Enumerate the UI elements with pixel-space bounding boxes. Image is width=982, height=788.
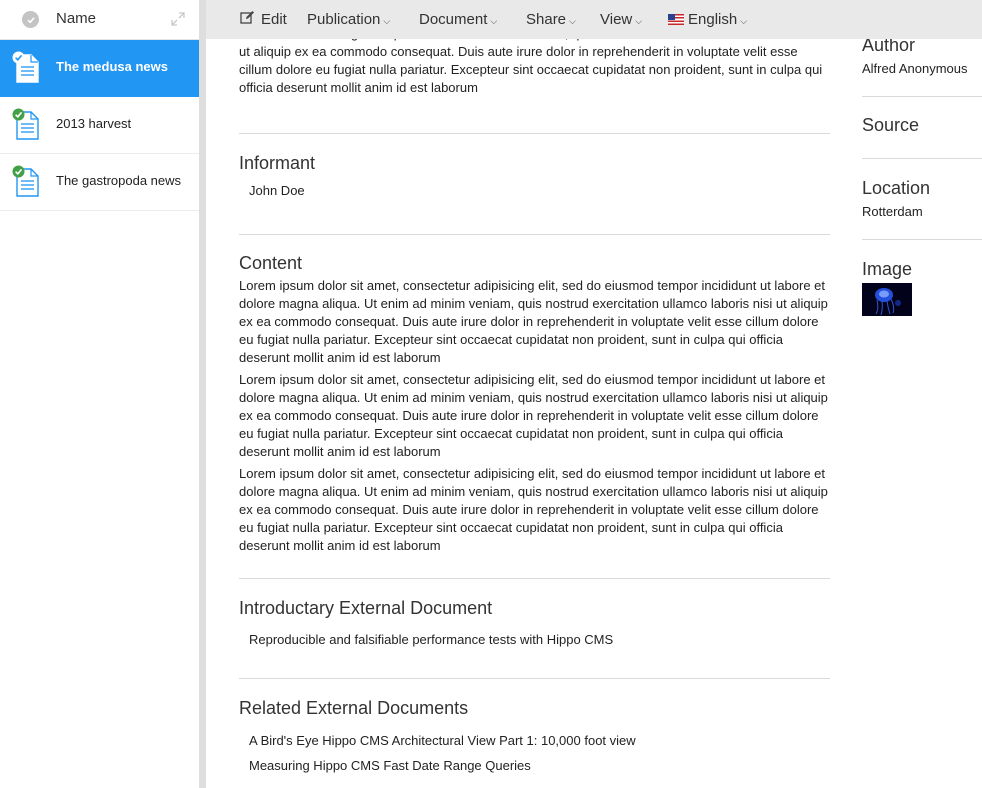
document-icon (11, 51, 43, 85)
location-title: Location (862, 178, 931, 198)
document-icon (11, 108, 43, 142)
panel-resize-handle[interactable] (199, 0, 206, 788)
image-thumbnail[interactable] (862, 283, 912, 316)
author-value: Alfred Anonymous (862, 61, 968, 76)
edit-button[interactable]: Edit (240, 0, 287, 39)
intro-external-document-link[interactable]: Reproducible and falsifiable performance… (249, 632, 830, 647)
informant-value: John Doe (249, 183, 305, 198)
document-list-header: Name (0, 0, 199, 40)
related-external-section: Related External Documents A Bird's Eye … (239, 698, 830, 773)
chevron-down-icon: ⌵ (383, 15, 391, 26)
document-menu[interactable]: Document ⌵ (419, 0, 497, 39)
informant-section: Informant John Doe (239, 153, 830, 198)
intro-external-section: Introductary External Document Reproduci… (239, 598, 830, 647)
document-item-medusa-news[interactable]: The medusa news (0, 40, 199, 97)
document-item-label: The medusa news (56, 59, 168, 74)
image-title: Image (862, 259, 913, 279)
language-menu[interactable]: English ⌵ (668, 0, 747, 39)
related-document-link[interactable]: A Bird's Eye Hippo CMS Architectural Vie… (249, 733, 830, 748)
section-divider (239, 678, 830, 679)
document-item-label: The gastropoda news (56, 173, 182, 188)
content-paragraph: Lorem ipsum dolor sit amet, consectetur … (239, 372, 828, 459)
name-column-header[interactable]: Name (56, 10, 96, 27)
select-all-check-icon[interactable] (22, 11, 39, 28)
section-divider (239, 133, 830, 134)
share-menu[interactable]: Share ⌵ (526, 0, 576, 39)
language-label: English (688, 11, 738, 28)
view-menu[interactable]: View ⌵ (600, 0, 642, 39)
document-preview: labore et dolore magna aliqua. Ut enim a… (239, 0, 830, 788)
chevron-down-icon: ⌵ (740, 15, 748, 26)
edit-label: Edit (261, 11, 287, 28)
content-paragraph: Lorem ipsum dolor sit amet, consectetur … (239, 466, 828, 553)
content-paragraph: Lorem ipsum dolor sit amet, consectetur … (239, 278, 828, 365)
chevron-down-icon: ⌵ (490, 15, 498, 26)
section-divider (239, 234, 830, 235)
document-item-2013-harvest[interactable]: 2013 harvest (0, 97, 199, 154)
us-flag-icon (668, 14, 684, 25)
document-label: Document (419, 11, 488, 28)
related-external-title: Related External Documents (239, 698, 469, 718)
document-item-label: 2013 harvest (56, 116, 132, 131)
publication-label: Publication (307, 11, 381, 28)
section-divider (239, 578, 830, 579)
pencil-icon (240, 10, 261, 29)
document-toolbar: Edit Publication ⌵ Document ⌵ Share ⌵ Vi… (206, 0, 982, 39)
informant-title: Informant (239, 153, 316, 173)
related-document-link[interactable]: Measuring Hippo CMS Fast Date Range Quer… (249, 758, 830, 773)
document-list-panel: Name The medusa news 2013 harvest The ga… (0, 0, 199, 788)
meta-divider (862, 239, 982, 240)
intro-external-title: Introductary External Document (239, 598, 493, 618)
content-section: Content Lorem ipsum dolor sit amet, cons… (239, 253, 830, 555)
meta-divider (862, 158, 982, 159)
chevron-down-icon: ⌵ (635, 15, 643, 26)
chevron-down-icon: ⌵ (569, 15, 576, 26)
content-title: Content (239, 253, 303, 273)
view-label: View (600, 11, 633, 28)
document-icon (11, 165, 43, 199)
meta-divider (862, 96, 982, 97)
document-item-gastropoda-news[interactable]: The gastropoda news (0, 154, 199, 211)
expand-icon[interactable] (171, 12, 185, 26)
publication-menu[interactable]: Publication ⌵ (307, 0, 390, 39)
share-label: Share (526, 11, 567, 28)
source-title: Source (862, 115, 920, 135)
location-value: Rotterdam (862, 204, 923, 219)
